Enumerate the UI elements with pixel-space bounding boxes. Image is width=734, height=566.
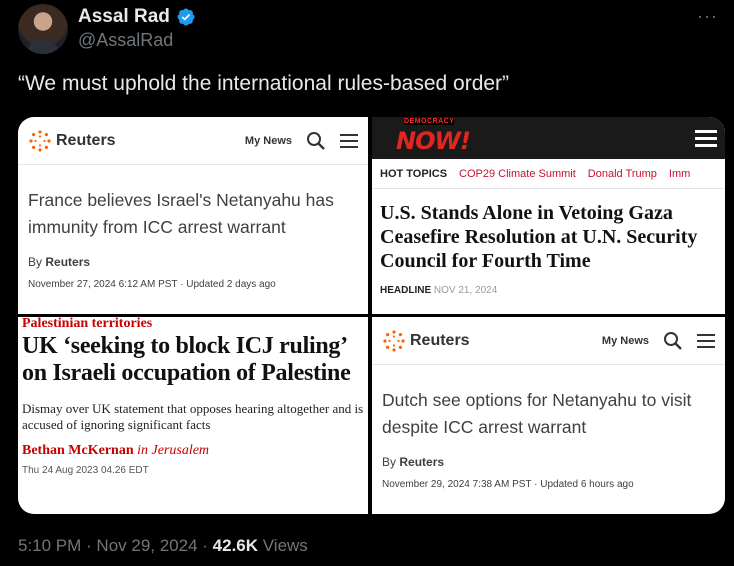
reuters-logo: Reuters [382, 329, 470, 353]
topic-imm: Imm [668, 167, 691, 180]
dn-topics-nav: HOT TOPICS COP29 Climate Summit Donald T… [372, 159, 725, 189]
standfirst: Dismay over UK statement that opposes he… [22, 401, 364, 432]
media-democracynow-veto[interactable]: DEMOCRACY NOW! HOT TOPICS COP29 Climate … [372, 117, 725, 314]
author-name-text[interactable]: Assal Rad [78, 6, 170, 28]
search-icon [664, 331, 682, 350]
more-icon[interactable]: ··· [697, 6, 718, 27]
reuters-brand: Reuters [410, 331, 470, 349]
hot-topics-label: HOT TOPICS [380, 167, 448, 180]
author-handle[interactable]: @AssalRad [78, 30, 173, 51]
menu-icon [697, 333, 715, 348]
avatar[interactable] [18, 4, 68, 54]
reuters-brand: Reuters [56, 131, 116, 149]
tweet-text: “We must uphold the international rules-… [18, 72, 510, 95]
byline: Bethan McKernan in Jerusalem [22, 443, 210, 458]
reuters-header: Reuters My News [372, 317, 725, 365]
media-reuters-dutch-options[interactable]: Reuters My News Dutch see options for Ne… [372, 317, 725, 514]
reuters-logo-icon [383, 329, 405, 352]
publish-date: November 29, 2024 7:38 AM PST · Updated … [382, 479, 634, 490]
publish-date: Thu 24 Aug 2023 04.26 EDT [22, 465, 149, 476]
byline: By Reuters [28, 255, 91, 269]
publish-date: November 27, 2024 6:12 AM PST · Updated … [28, 279, 276, 290]
views-label: Views [258, 536, 308, 555]
headline: France believes Israel's Netanyahu has i… [28, 190, 334, 237]
headline: UK ‘seeking to block ICJ ruling’ on Isra… [22, 333, 351, 386]
my-news-link: My News [244, 134, 292, 147]
byline: By Reuters [382, 455, 445, 469]
verified-badge-icon [177, 8, 195, 26]
headline: U.S. Stands Alone in Vetoing Gaza Ceasef… [380, 202, 698, 272]
headline-meta: HEADLINE NOV 21, 2024 [380, 285, 498, 296]
menu-icon [340, 133, 358, 148]
media-guardian-icj[interactable]: Palestinian territories UK ‘seeking to b… [18, 317, 368, 514]
section-kicker: Palestinian territories [22, 317, 153, 331]
search-icon [307, 131, 325, 150]
topic-cop29: COP29 Climate Summit [459, 167, 576, 180]
media-reuters-netanyahu-immunity[interactable]: Reuters My News France believes Israel's… [18, 117, 368, 314]
menu-icon [695, 126, 717, 151]
author-name[interactable]: Assal Rad [78, 6, 196, 28]
reuters-logo: Reuters [28, 129, 116, 153]
tweet-timestamp-views[interactable]: 5:10 PM · Nov 29, 2024 · 42.6K Views [18, 536, 308, 556]
tweet-timestamp[interactable]: 5:10 PM · Nov 29, 2024 · [18, 536, 213, 555]
reuters-logo-icon [29, 129, 51, 152]
reuters-header: Reuters My News [18, 117, 368, 165]
media-grid[interactable]: Reuters My News France believes Israel's… [18, 117, 725, 514]
topic-trump: Donald Trump [587, 167, 657, 180]
views-count: 42.6K [212, 536, 259, 555]
my-news-link: My News [601, 334, 649, 347]
dn-header: DEMOCRACY NOW! [372, 117, 725, 159]
democracy-now-logo: DEMOCRACY NOW! [396, 118, 471, 155]
headline: Dutch see options for Netanyahu to visit… [382, 390, 692, 437]
